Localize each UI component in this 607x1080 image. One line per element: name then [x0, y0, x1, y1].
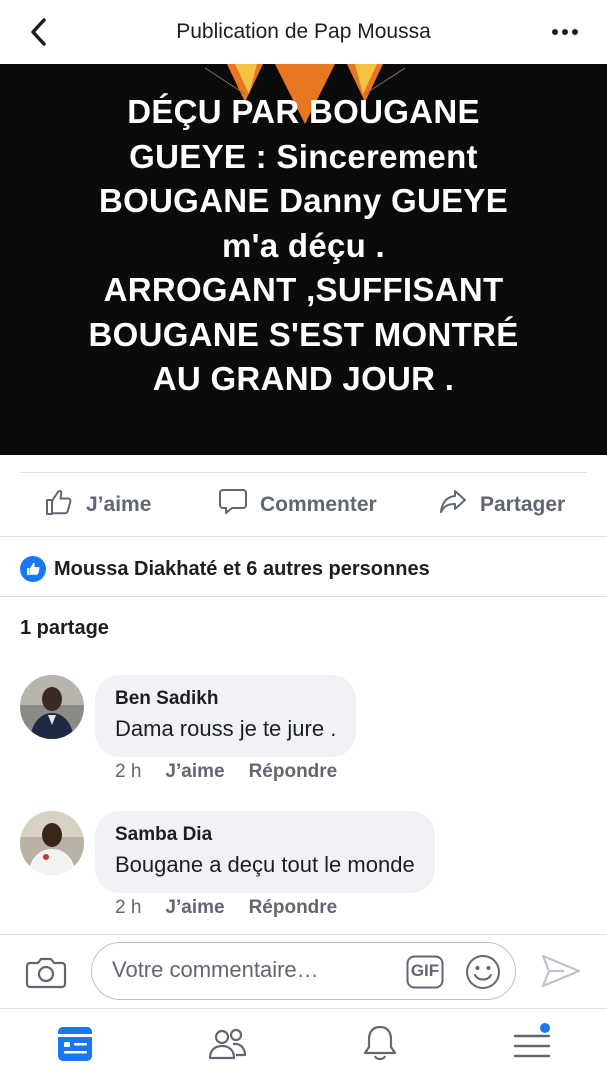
- reactions-text: Moussa Diakhaté et 6 autres personnes: [54, 557, 430, 580]
- comment-input[interactable]: Votre commentaire… GIF: [91, 942, 516, 1000]
- share-arrow-icon: [438, 487, 480, 523]
- gif-label: GIF: [410, 961, 440, 980]
- shares-count[interactable]: 1 partage: [20, 617, 109, 640]
- avatar[interactable]: [20, 811, 84, 875]
- comment-text: Dama rouss je te jure .: [115, 716, 337, 741]
- comment-author[interactable]: Samba Dia: [115, 823, 415, 847]
- comment-bubble-icon: [218, 487, 260, 523]
- divider: [0, 536, 607, 537]
- like-badge-icon: [20, 556, 46, 582]
- divider: [0, 596, 607, 597]
- like-label: J’aime: [86, 493, 152, 516]
- camera-icon[interactable]: [24, 950, 68, 994]
- page-title: Publication de Pap Moussa: [176, 20, 431, 43]
- news-feed-icon[interactable]: [53, 1022, 97, 1066]
- comment-bubble[interactable]: Samba Dia Bougane a deçu tout le monde: [95, 811, 435, 893]
- post-text-line: BOUGANE Danny GUEYE: [98, 182, 509, 219]
- comment-time: 2 h: [115, 761, 142, 782]
- comment-bubble[interactable]: Ben Sadikh Dama rouss je te jure .: [95, 675, 357, 757]
- post-text-line: GUEYE : Sincerement: [129, 137, 478, 175]
- share-button[interactable]: Partager: [438, 487, 565, 523]
- post-actions: J’aime Commenter Partager: [0, 473, 607, 535]
- post-text-line: AU GRAND JOUR .: [152, 360, 455, 397]
- reactions-summary[interactable]: Moussa Diakhaté et 6 autres personnes: [20, 556, 430, 582]
- comment-like-button[interactable]: J’aime: [165, 897, 224, 919]
- thumbs-up-icon: [44, 487, 86, 523]
- post-text-line: ARROGANT ,SUFFISANT: [103, 271, 504, 308]
- comment-like-button[interactable]: J’aime: [165, 761, 224, 783]
- divider: [0, 934, 607, 935]
- comment-time: 2 h: [115, 897, 142, 918]
- comment-text: Bougane a deçu tout le monde: [115, 852, 415, 877]
- comment-button[interactable]: Commenter: [218, 487, 377, 523]
- comment-reply-button[interactable]: Répondre: [249, 897, 338, 919]
- more-dots-icon[interactable]: [545, 18, 585, 46]
- post-image[interactable]: DÉÇU PAR BOUGANE GUEYE : Sincerement BOU…: [0, 64, 607, 455]
- friends-icon[interactable]: [206, 1022, 250, 1066]
- send-icon[interactable]: [540, 952, 582, 990]
- comment-meta: 2 h J’aime Répondre: [115, 761, 361, 783]
- gif-icon[interactable]: GIF: [406, 955, 444, 989]
- comment-input-placeholder: Votre commentaire…: [112, 957, 319, 982]
- emoji-icon[interactable]: [465, 954, 501, 990]
- comment-meta: 2 h J’aime Répondre: [115, 897, 361, 919]
- comment-label: Commenter: [260, 493, 377, 516]
- divider: [0, 1008, 607, 1009]
- comment-author[interactable]: Ben Sadikh: [115, 687, 336, 711]
- share-label: Partager: [480, 493, 566, 516]
- menu-icon[interactable]: [510, 1022, 554, 1066]
- like-button[interactable]: J’aime: [44, 487, 151, 523]
- comment-reply-button[interactable]: Répondre: [249, 761, 338, 783]
- top-bar: Publication de Pap Moussa: [0, 0, 607, 64]
- post-text-line: BOUGANE S'EST MONTRÉ: [88, 315, 519, 353]
- post-text: DÉÇU PAR BOUGANE GUEYE : Sincerement BOU…: [40, 90, 567, 402]
- avatar[interactable]: [20, 675, 84, 739]
- notifications-icon[interactable]: [358, 1022, 402, 1066]
- post-text-line: DÉÇU PAR BOUGANE: [127, 93, 480, 130]
- post-text-line: m'a déçu .: [221, 226, 386, 264]
